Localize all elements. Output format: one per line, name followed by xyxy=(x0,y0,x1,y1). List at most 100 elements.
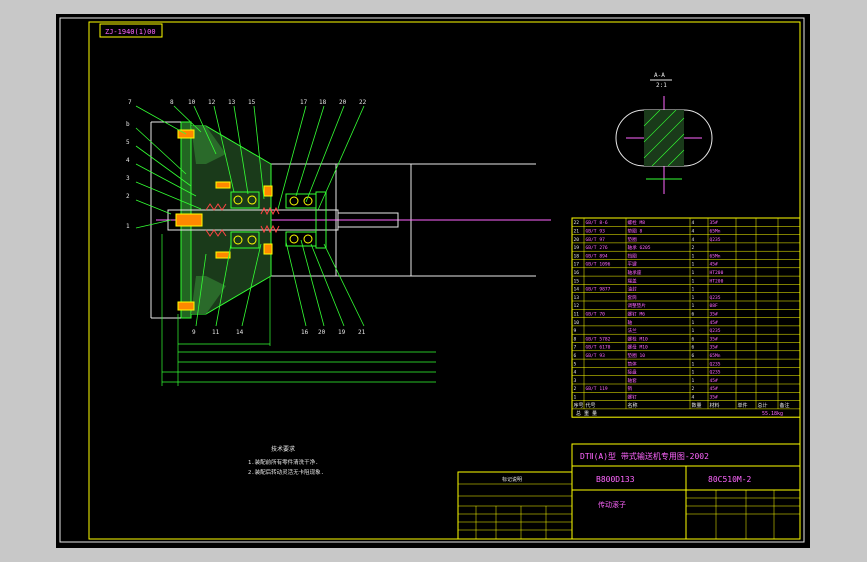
parts-table-cell: 16 xyxy=(574,270,580,276)
parts-table-cell: 油封 xyxy=(628,286,638,293)
balloon-label: 20 xyxy=(318,329,326,336)
parts-table-cell: Q235 xyxy=(710,370,721,376)
parts-table-cell: 4 xyxy=(692,237,695,243)
title-project: DTⅡ(A)型 带式输送机专用图-2002 xyxy=(580,451,709,461)
balloon-label: 2 xyxy=(126,193,130,200)
parts-table-cell: 4 xyxy=(574,370,577,376)
parts-table-cell: GB/T 119 xyxy=(586,386,608,392)
parts-table-cell: 6 xyxy=(692,312,695,318)
balloon-label: 8 xyxy=(170,99,174,106)
parts-table-cell: 1 xyxy=(692,361,695,367)
parts-table-cell: 螺钉 M6 xyxy=(628,311,646,318)
parts-table-cell: 35# xyxy=(710,336,719,342)
parts-table-header: 材料 xyxy=(710,402,720,409)
parts-table-cell: 6 xyxy=(574,353,577,359)
parts-table-cell: 65Mn xyxy=(710,229,721,235)
parts-table-cell: 3 xyxy=(574,378,577,384)
balloon-label: 9 xyxy=(192,329,196,336)
balloon-label: 11 xyxy=(212,329,220,336)
parts-table-header: 总计 xyxy=(758,402,768,409)
parts-table-cell: 1 xyxy=(692,253,695,259)
parts-table-cell: 1 xyxy=(692,378,695,384)
balloon-label: 17 xyxy=(300,99,308,106)
parts-table-cell: 螺栓 M10 xyxy=(628,335,648,342)
parts-table-cell: GB/T 70 xyxy=(586,312,606,318)
parts-table-cell: 11 xyxy=(574,312,580,318)
parts-table-cell: 45# xyxy=(710,386,719,392)
balloon-label: 14 xyxy=(236,329,244,336)
cad-drawing: ZJ-1940(1)00 7 8 10 12 13 15 17 18 20 22… xyxy=(56,14,810,548)
notes-title: 标记说明 xyxy=(502,476,522,483)
parts-table-cell: 35# xyxy=(710,395,719,401)
parts-table-header: 名称 xyxy=(628,402,638,409)
balloon-label: 16 xyxy=(301,329,309,336)
parts-table-cell: 1 xyxy=(692,270,695,276)
parts-table-cell: 9 xyxy=(574,328,577,334)
parts-table-cell: HT200 xyxy=(710,270,724,276)
parts-table-cell: 35# xyxy=(710,312,719,318)
title-part-name: 传动滚子 xyxy=(598,500,626,509)
parts-table-cell: GB/T 894 xyxy=(586,253,608,259)
parts-table-header: 数量 xyxy=(692,402,702,409)
parts-table-cell: 7 xyxy=(574,345,577,351)
balloon-label: 22 xyxy=(359,99,367,106)
parts-table-cell: 2 xyxy=(692,386,695,392)
tech-req-line: 2.装配后转动灵活无卡阻现象. xyxy=(248,468,324,476)
parts-table-cell: 接盘 xyxy=(628,369,638,376)
parts-table-cell: 45# xyxy=(710,320,719,326)
parts-table-cell: 45# xyxy=(710,262,719,268)
balloon-label: 4 xyxy=(126,157,130,164)
balloon-label: 7 xyxy=(128,99,132,106)
parts-table-cell: Q235 xyxy=(710,295,721,301)
parts-table-cell: 35# xyxy=(710,345,719,351)
parts-table-cell: Q235 xyxy=(710,361,721,367)
balloon-label: 15 xyxy=(248,99,256,106)
parts-table-cell: 08F xyxy=(710,303,719,309)
parts-table-cell: 1 xyxy=(692,328,695,334)
parts-table-cell: GB/T 8-6 xyxy=(586,220,608,226)
parts-table-cell: GB/T 1096 xyxy=(586,262,611,268)
drawing-sheet: ZJ-1940(1)00 7 8 10 12 13 15 17 18 20 22… xyxy=(56,14,810,548)
parts-table-cell: 20 xyxy=(574,237,580,243)
parts-table-cell: 4 xyxy=(692,395,695,401)
parts-table-cell: 法兰 xyxy=(628,327,638,334)
parts-table-cell: 15 xyxy=(574,278,580,284)
balloon-label: b xyxy=(126,121,130,128)
title-code-left: B800D133 xyxy=(596,475,635,484)
parts-table-cell: GB/T 93 xyxy=(586,353,606,359)
sheet-background xyxy=(56,14,810,548)
balloon-label: 18 xyxy=(319,99,327,106)
parts-table-header: 备注 xyxy=(780,402,790,409)
parts-table-cell: 1 xyxy=(692,262,695,268)
parts-table-cell: 2 xyxy=(692,245,695,251)
parts-table-cell: 6 xyxy=(692,336,695,342)
parts-table-cell: 筒体 xyxy=(628,360,638,367)
bolt-bottom xyxy=(177,301,195,311)
balloon-label: 12 xyxy=(208,99,216,106)
balloon-label: 21 xyxy=(358,329,366,336)
parts-table-cell: GB/T 93 xyxy=(586,229,606,235)
drawing-number-text: ZJ-1940(1)00 xyxy=(105,28,156,36)
parts-table-cell: 12 xyxy=(574,303,580,309)
parts-table-cell: 轴承 6205 xyxy=(628,244,651,251)
balloon-label: 19 xyxy=(338,329,346,336)
parts-table-header: 序号 xyxy=(574,402,584,409)
parts-table-cell: 19 xyxy=(574,245,580,251)
parts-table-cell: 14 xyxy=(574,287,580,293)
parts-table-cell: 4 xyxy=(692,220,695,226)
parts-table-cell: 轴套 xyxy=(628,377,638,384)
parts-table-cell: 17 xyxy=(574,262,580,268)
parts-table-cell: 65Mn xyxy=(710,253,721,259)
balloon-label: 13 xyxy=(228,99,236,106)
parts-table-cell: 垫圈 xyxy=(628,236,638,243)
parts-table-cell: 6 xyxy=(692,353,695,359)
balloon-label: 3 xyxy=(126,175,130,182)
parts-table-cell: 螺母 M10 xyxy=(628,344,648,351)
parts-table-cell: 10 xyxy=(574,320,580,326)
parts-table-cell: 1 xyxy=(692,320,695,326)
parts-table-cell: 1 xyxy=(574,395,577,401)
parts-table-cell: 8 xyxy=(574,336,577,342)
parts-table-cell: 21 xyxy=(574,229,580,235)
total-weight-label: 总 重 量 xyxy=(576,410,597,417)
parts-table-cell: 1 xyxy=(692,370,695,376)
